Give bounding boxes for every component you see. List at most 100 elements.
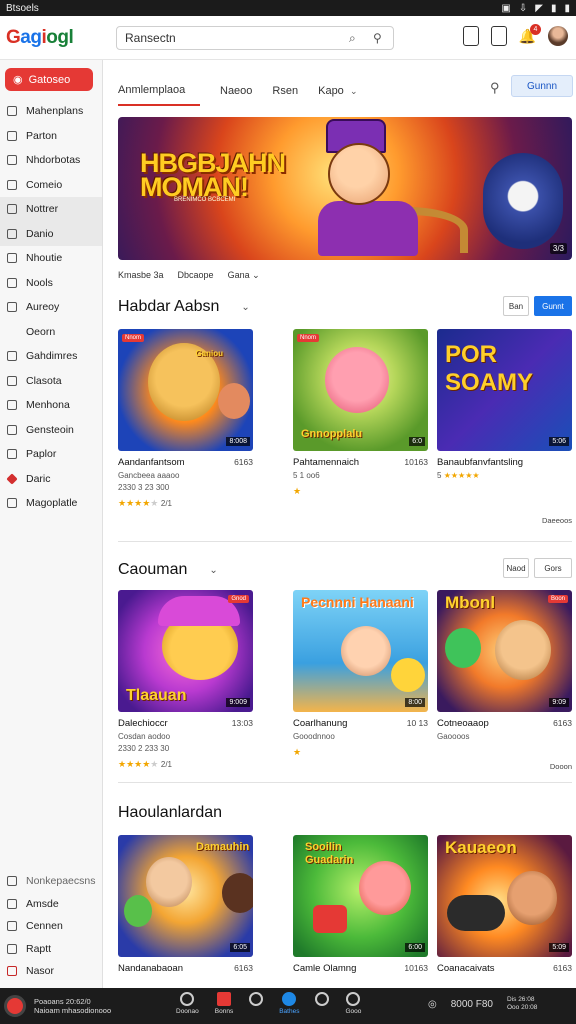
sidebar-item[interactable]: Danio [0,221,102,246]
sidebar-item-label: Clasota [26,374,62,387]
sidebar-item-label: Comeio [26,178,63,191]
video-card[interactable]: Gnod Tlaauan 9:009 Dalechioccr 13:03 Cosd… [118,590,253,770]
bottom-nav-item-active[interactable]: Bathes [279,992,299,1015]
card-thumbnail: Damauhin 6:05 [118,835,253,957]
sidebar-bottom-item[interactable]: Nasor [0,960,103,983]
app-logo[interactable]: Gagiogl [6,27,74,49]
sidebar-item[interactable]: Nools [0,271,102,296]
app-launcher-icon[interactable] [4,995,26,1017]
sidebar-item-active[interactable]: Nottrer [0,197,102,222]
bottom-nav-item[interactable] [315,992,330,1015]
sidebar-item-label: Menhona [26,399,70,412]
divider [118,782,572,783]
sidebar-item[interactable]: Clasota [0,369,102,394]
video-card[interactable]: Boon Mbonl 9:09 Cotneoaaop 6163 Gaoooos [437,590,572,741]
sidebar-item[interactable]: Gensteoin [0,418,102,443]
section-secondary-button[interactable]: Gors [534,558,572,578]
card-title: Coarlhanung [293,718,348,729]
list-icon [7,204,17,215]
sidebar-bottom-item[interactable]: Nonkepaecsns [0,870,103,893]
sidebar-primary-button[interactable]: ◉ Gatoseo [5,68,93,91]
bottom-nav-item[interactable]: Doonao [176,992,199,1015]
feedback-icon [7,943,17,954]
chart-icon [7,375,17,386]
tab[interactable]: Rsen [272,85,298,105]
video-card[interactable]: Pecnnni Hanaani 8:00 Coarlhanung 10 13 Go… [293,590,428,758]
bottom-nav-item[interactable] [249,992,264,1015]
sidebar-item[interactable]: Nhdorbotas [0,148,102,173]
main-action-button[interactable]: Gunnn [511,75,573,97]
sidebar-item-label: Aureoy [26,301,60,314]
section-more-link[interactable]: Dooon [550,762,572,771]
film-icon [7,424,17,435]
home-icon [7,106,17,117]
sidebar-item-label: Nasor [26,965,55,978]
upload-icon[interactable] [462,26,479,46]
sidebar-bottom-item[interactable]: Amsde [0,893,103,916]
tab[interactable]: Kapo ⌄ [318,85,357,105]
search-icon[interactable]: ⚲ [490,80,500,96]
video-card[interactable]: Nnom Gnnopplalu 6:0 Pahtamennaich 10163 5… [293,329,428,497]
sidebar-item[interactable]: Magoplatle [0,491,102,516]
video-card[interactable]: Kauaeon 5:09 Coanacaivats 6163 [437,835,572,974]
video-card[interactable]: POR SOAMY 5:06 Banaubfanvfantsling 5 ★★★… [437,329,572,480]
video-card[interactable]: Damauhin 6:05 Nandanabaoan 6163 [118,835,253,974]
hero-title: HBGBJAHN MOMAN! [140,150,286,201]
sidebar-item[interactable]: Oeorn [0,320,102,345]
sidebar-item[interactable]: Menhona [0,393,102,418]
clear-search-icon[interactable]: ⌕ [349,31,356,46]
card-rating: ★★★★★ 2/1 [118,759,172,769]
phone-icon[interactable] [490,26,507,46]
tab[interactable]: Naeoo [220,85,252,105]
sidebar-item[interactable]: Daric [0,467,102,492]
bottom-nav-item[interactable]: Gooo [345,992,361,1015]
section-more-link[interactable]: Daeeoos [542,516,572,525]
section-filter-button[interactable]: Ban [503,296,529,316]
search-icon[interactable]: ⚲ [373,31,382,45]
girl-character-art [341,626,391,676]
video-card[interactable]: Sooilin Guadarin 6:00 Camle Olamng 10163 [293,835,428,974]
card-rating: 5 ★★★★★ [437,471,480,480]
menu-icon [7,400,17,411]
section-title[interactable]: Haoulanlardan [118,804,222,822]
sidebar-bottom-item[interactable]: Raptt [0,938,103,961]
section-title[interactable]: Caouman ⌄ [118,561,218,579]
hero-meta: Kmasbe 3a Dbcaope Gana ⌄ [118,270,260,281]
battery-icon: ▮ [564,2,570,14]
bottom-nav-item[interactable]: Bonns [215,992,233,1015]
section-title[interactable]: Habdar Aabsn ⌄ [118,298,250,316]
bulb-icon [7,449,17,460]
sidebar-item-label: Oeorn [26,325,56,338]
card-rating-value: 2/1 [160,760,172,769]
signal-icon: ▮ [550,2,557,14]
meta-item: Dbcaope [177,270,214,280]
card-title: Nandanabaoan [118,963,183,974]
sidebar-item[interactable]: Paplor [0,442,102,467]
sidebar-item[interactable]: Gahdimres [0,344,102,369]
lock-icon [7,351,17,362]
sidebar-item[interactable]: Mahenplans [0,99,102,124]
sidebar-item[interactable]: Parton [0,124,102,149]
hero-banner[interactable]: HBGBJAHN MOMAN! BRENIMCO BCBCEMI 3/3 [118,117,572,260]
sidebar-primary-label: Gatoseo [28,73,71,86]
sidebar-bottom-item[interactable]: Cennen [0,915,103,938]
grid-icon [180,992,195,1006]
search-input[interactable]: Ransectn ⌕ ⚲ [116,26,394,50]
avatar[interactable] [548,26,568,46]
sidebar-item[interactable]: Aureoy [0,295,102,320]
sidebar-item[interactable]: Nhoutie [0,246,102,271]
section-filter-button[interactable]: Naod [503,558,529,578]
card-tag: Nnom [297,334,320,342]
card-duration: 8:008 [226,437,250,446]
sidebar-item-label: Nhoutie [26,252,63,265]
bell-icon[interactable]: 🔔 4 [519,23,541,45]
video-card[interactable]: Nnom Ganiou 8:008 Aandanfantsom 6163 Ganc… [118,329,253,509]
sidebar-item[interactable]: Comeio [0,173,102,198]
status-bar: Btsoels ▣ ⇩ ◤ ▮ ▮ [0,0,576,16]
meta-item[interactable]: Gana ⌄ [228,270,260,281]
card-duration: 6:00 [405,943,425,952]
gear-icon [7,876,17,887]
tab-active[interactable]: Anmlemplaoa [118,84,200,106]
section-primary-button[interactable]: Gunnt [534,296,572,316]
card-duration: 5:06 [549,437,569,446]
